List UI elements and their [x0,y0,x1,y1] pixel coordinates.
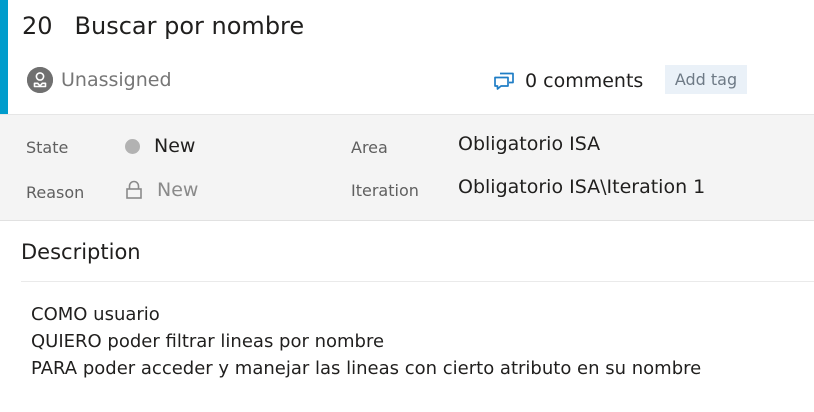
description-line: COMO usuario [31,304,160,325]
work-item-type-color-bar [0,0,8,114]
lock-icon [125,180,143,200]
description-section: Description COMO usuario QUIERO poder fi… [0,220,814,412]
work-item-id: 20 [22,12,53,40]
work-item-header: 20 Buscar por nombre Unassigned 0 comment… [0,0,814,114]
comments-count-label: 0 comments [525,70,644,92]
assigned-to-label: Unassigned [61,69,172,91]
area-label: Area [351,138,388,157]
description-line: QUIERO poder filtrar lineas por nombre [31,331,385,352]
reason-field: New [125,179,198,201]
comments-icon [493,71,515,91]
work-item-form: 20 Buscar por nombre Unassigned 0 comment… [0,0,814,412]
description-divider [21,281,814,282]
description-body[interactable]: COMO usuario QUIERO poder filtrar lineas… [31,301,701,382]
state-field[interactable]: New [125,135,195,157]
work-item-fields-panel: State New Reason New Area Obligatorio IS… [0,114,814,221]
state-value: New [154,135,196,157]
person-avatar-icon [27,67,53,93]
state-dot-icon [125,138,140,154]
work-item-title[interactable]: Buscar por nombre [75,12,305,40]
iteration-value[interactable]: Obligatorio ISA\Iteration 1 [458,176,705,198]
state-label: State [26,138,69,157]
add-tag-button[interactable]: Add tag [665,65,747,94]
reason-value: New [157,179,199,201]
area-value[interactable]: Obligatorio ISA [458,133,600,155]
description-line: PARA poder acceder y manejar las lineas … [31,358,702,379]
description-header: Description [21,240,141,264]
comments-link[interactable]: 0 comments [493,67,643,95]
reason-label: Reason [26,183,85,202]
assigned-to-control[interactable]: Unassigned [27,66,172,94]
iteration-label: Iteration [351,181,419,200]
work-item-title-row: 20 Buscar por nombre [22,10,304,42]
